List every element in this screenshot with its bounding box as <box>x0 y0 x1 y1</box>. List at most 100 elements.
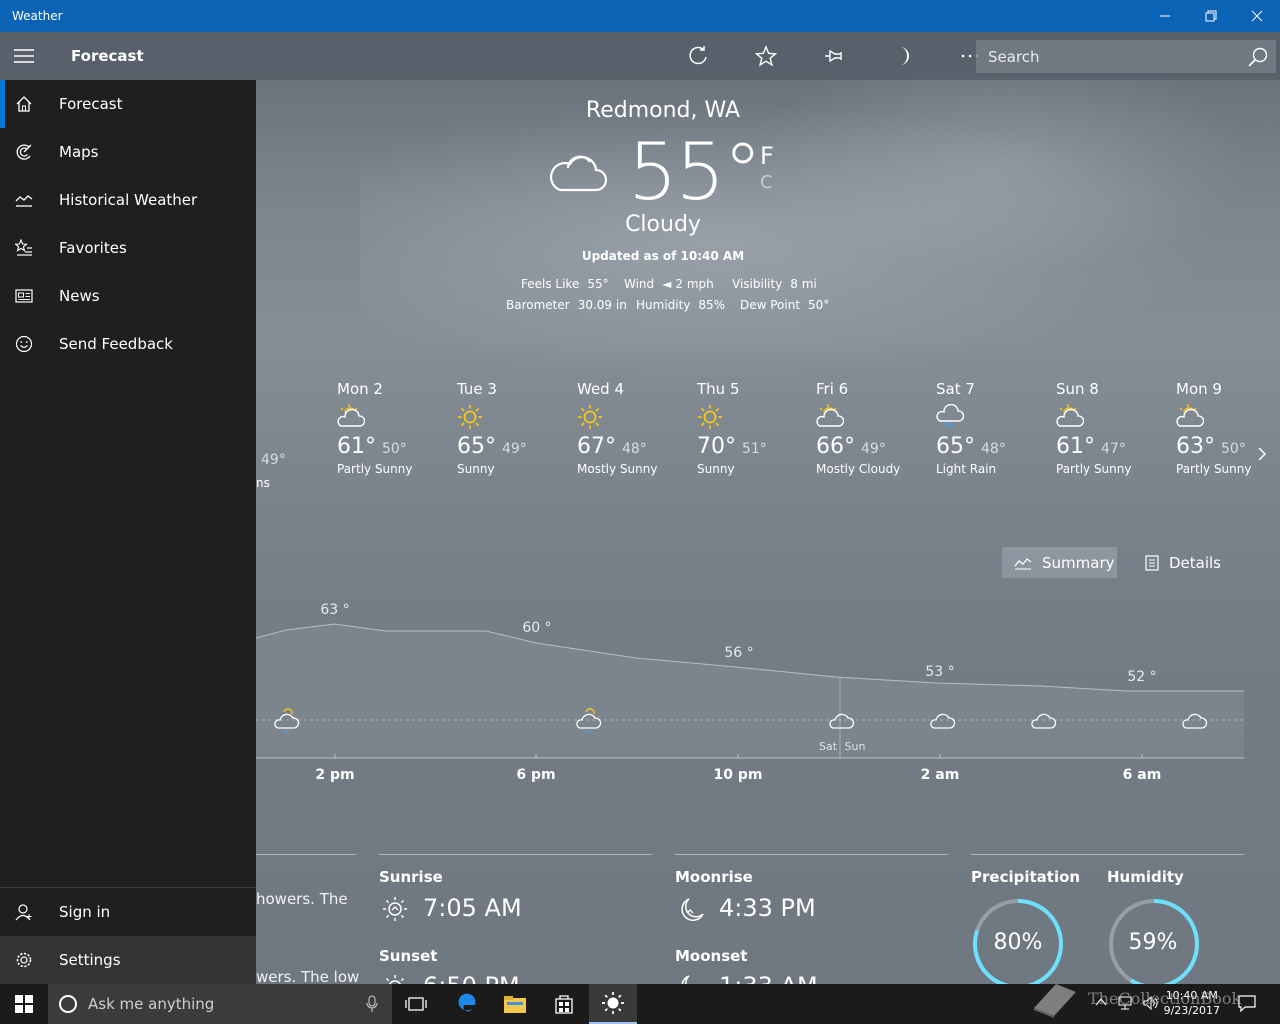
day-high: 61° <box>337 434 376 459</box>
visibility-label: Visibility <box>732 277 783 291</box>
app-topbar: Forecast Search <box>0 32 1280 80</box>
day-low: 49° <box>861 441 886 457</box>
microphone-icon[interactable] <box>366 995 378 1013</box>
humidity-detail-value: 59% <box>1128 930 1178 955</box>
nav-item-sign-in[interactable]: Sign in <box>0 888 256 936</box>
night-mode-button[interactable] <box>868 32 936 80</box>
unit-celsius[interactable]: C <box>760 172 773 193</box>
partial-day-desc: ns <box>256 476 270 490</box>
restore-button[interactable] <box>1188 0 1234 32</box>
edge-browser-button[interactable] <box>443 984 491 1024</box>
sunrise-icon <box>383 897 407 921</box>
day-condition: Partly Sunny <box>1056 462 1132 476</box>
hourly-time-label: 10 pm <box>714 767 763 783</box>
edge-icon <box>458 993 476 1012</box>
search-icon[interactable] <box>1240 46 1276 68</box>
day-condition: Sunny <box>457 462 495 476</box>
folder-icon <box>504 996 526 1013</box>
store-button[interactable] <box>540 984 588 1024</box>
sunny-icon <box>697 404 817 430</box>
search-input[interactable]: Search <box>988 48 1240 66</box>
day-low: 48° <box>981 441 1006 457</box>
hourly-temperature-chart: 63 ° 60 ° 56 ° 53 ° 52 ° 2 pm 6 pm 10 pm 2 am 6 a… <box>256 602 1244 783</box>
day-split-label: Sun <box>845 740 866 753</box>
radar-icon <box>0 143 48 161</box>
hamburger-button[interactable] <box>0 32 48 80</box>
day-condition: Sunny <box>697 462 735 476</box>
details-label: Details <box>1169 553 1222 572</box>
close-button[interactable] <box>1234 0 1280 32</box>
day-condition: Partly Sunny <box>337 462 413 476</box>
humidity-detail-label: Humidity <box>1107 868 1184 886</box>
file-explorer-button[interactable] <box>491 984 539 1024</box>
dew-point-value: 50° <box>808 298 830 312</box>
pin-button[interactable] <box>800 32 868 80</box>
window-title: Weather <box>12 9 63 23</box>
day-forecast-item[interactable]: Wed 4 67° 48° Mostly Sunny <box>577 380 697 476</box>
day-forecast-item[interactable]: Mon 2 61° 50° Partly Sunny <box>337 380 457 476</box>
refresh-button[interactable] <box>664 32 732 80</box>
hourly-time-label: 6 am <box>1123 767 1162 783</box>
nav-item-forecast[interactable]: Forecast <box>0 80 256 128</box>
selection-indicator <box>0 80 5 128</box>
moonrise-icon <box>681 898 704 921</box>
star-icon <box>755 45 777 67</box>
summary-text-partial: howers. The <box>256 890 348 908</box>
section-divider <box>675 854 948 855</box>
hourly-temp-label: 56 ° <box>724 645 753 661</box>
day-forecast-item[interactable]: Sat 7 65° 48° Light Rain <box>936 380 1056 476</box>
humidity-label: Humidity <box>636 298 691 312</box>
nav-item-historical-weather[interactable]: Historical Weather <box>0 176 256 224</box>
daily-forecast: 49° ns Mon 2 61° 50° Partly Sunny Tue 3 65° 49… <box>256 380 1280 500</box>
refresh-icon <box>689 46 707 65</box>
day-forecast-item[interactable]: Thu 5 70° 51° Sunny <box>697 380 817 476</box>
weather-app-button[interactable] <box>589 984 637 1024</box>
hourly-temp-label: 63 ° <box>320 602 349 618</box>
day-name: Wed 4 <box>577 380 625 398</box>
hourly-temp-label: 52 ° <box>1127 669 1156 685</box>
watermark-text: TheCollectionBook <box>1088 988 1242 1008</box>
day-forecast-item[interactable]: Fri 6 66° 49° Mostly Cloudy <box>816 380 936 476</box>
wind-value: 2 mph <box>675 277 714 291</box>
day-condition: Mostly Cloudy <box>816 462 901 476</box>
partly-sunny-icon <box>1176 404 1280 430</box>
cortana-search-box[interactable]: Ask me anything <box>48 984 392 1024</box>
home-icon <box>0 95 48 113</box>
sunset-icon <box>385 975 405 984</box>
task-view-button[interactable] <box>392 984 440 1024</box>
sunset-row-clipped: 6:50 PM <box>379 970 652 984</box>
wind-label: Wind <box>624 277 655 291</box>
sunny-icon <box>577 404 697 430</box>
day-forecast-item[interactable]: Sun 8 61° 47° Partly Sunny <box>1056 380 1176 476</box>
summary-button[interactable]: Summary <box>1002 547 1117 578</box>
nav-label: Historical Weather <box>59 191 198 209</box>
barometer: Barometer 30.09 in <box>506 298 627 312</box>
cortana-input[interactable]: Ask me anything <box>88 995 214 1013</box>
visibility-value: 8 mi <box>790 277 817 291</box>
updated-time: Updated as of 10:40 AM <box>581 249 745 263</box>
favorite-button[interactable] <box>732 32 800 80</box>
nav-item-settings[interactable]: Settings <box>0 936 256 984</box>
cloudy-icon <box>549 155 608 192</box>
location-name: Redmond, WA <box>585 98 741 123</box>
day-condition: Light Rain <box>936 462 997 476</box>
day-forecast-item[interactable]: Tue 3 65° 49° Sunny <box>457 380 577 476</box>
search-box[interactable]: Search <box>976 40 1276 73</box>
unit-fahrenheit[interactable]: F <box>760 142 774 170</box>
details-button[interactable]: Details <box>1133 547 1230 578</box>
wind: Wind ◄ 2 mph <box>624 277 714 291</box>
nav-item-favorites[interactable]: Favorites <box>0 224 256 272</box>
minimize-button[interactable] <box>1142 0 1188 32</box>
nav-item-send-feedback[interactable]: Send Feedback <box>0 320 256 368</box>
store-icon <box>555 995 573 1014</box>
rain-icon <box>936 403 1056 430</box>
moonset-label: Moonset <box>675 947 748 965</box>
dew-point: Dew Point 50° <box>740 298 829 312</box>
day-high: 61° <box>1056 434 1095 459</box>
start-button[interactable] <box>0 984 48 1024</box>
nav-item-maps[interactable]: Maps <box>0 128 256 176</box>
moonrise-value: 4:33 PM <box>719 894 816 922</box>
nav-label: Send Feedback <box>59 335 173 353</box>
chevron-right-icon[interactable] <box>1256 446 1268 462</box>
nav-item-news[interactable]: News <box>0 272 256 320</box>
